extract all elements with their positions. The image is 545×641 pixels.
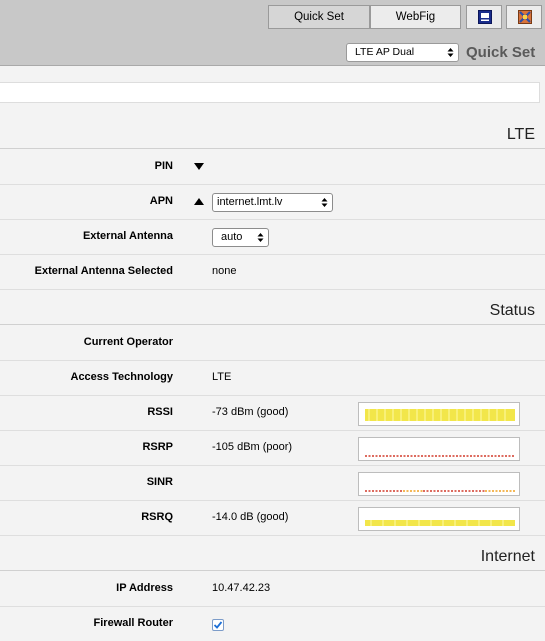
sinr-graph-line	[365, 490, 515, 492]
apn-label: APN	[149, 195, 173, 207]
mode-select[interactable]: LTE AP Dual	[346, 43, 459, 62]
rsrq-value: -14.0 dB (good)	[212, 511, 289, 523]
select-arrows-icon	[447, 48, 454, 57]
section-internet: Internet	[0, 536, 545, 571]
mode-select-value: LTE AP Dual	[355, 46, 415, 58]
sinr-label: SINR	[146, 476, 173, 488]
quick-set-button[interactable]: Quick Set	[268, 5, 370, 29]
apn-select-value: internet.lmt.lv	[217, 196, 283, 208]
top-toolbar: Quick Set WebFig LTE AP Dual Quick Set	[0, 0, 545, 66]
rsrp-value: -105 dBm (poor)	[212, 441, 293, 453]
row-rssi: RSSI -73 dBm (good)	[0, 396, 545, 431]
external-antenna-label: External Antenna	[82, 230, 173, 242]
ip-address-label: IP Address	[116, 582, 173, 594]
row-ip-address: IP Address 10.47.42.23	[0, 572, 545, 607]
pin-label: PIN	[154, 160, 173, 172]
row-sinr: SINR	[0, 466, 545, 501]
ip-address-value: 10.47.42.23	[212, 582, 271, 594]
terminal-icon	[478, 10, 492, 24]
external-antenna-selected-label: External Antenna Selected	[34, 265, 173, 277]
rsrp-graph-line	[365, 455, 515, 457]
section-internet-title: Internet	[480, 548, 535, 565]
external-antenna-selected-value: none	[212, 265, 237, 277]
info-strip	[0, 82, 540, 103]
sinr-graph	[358, 472, 520, 496]
row-pin: PIN	[0, 150, 545, 185]
winbox-button[interactable]	[506, 5, 542, 29]
rsrq-label: RSRQ	[141, 511, 173, 523]
section-status: Status	[0, 290, 545, 325]
terminal-button[interactable]	[466, 5, 502, 29]
select-arrows-icon	[321, 198, 328, 207]
rsrp-label: RSRP	[142, 441, 173, 453]
rsrp-graph	[358, 437, 520, 461]
page-title: Quick Set	[466, 44, 536, 61]
current-operator-label: Current Operator	[83, 336, 173, 348]
external-antenna-select-value: auto	[221, 231, 243, 243]
select-arrows-icon	[257, 233, 264, 242]
access-technology-value: LTE	[212, 371, 232, 383]
row-current-operator: Current Operator	[0, 326, 545, 361]
row-rsrq: RSRQ -14.0 dB (good)	[0, 501, 545, 536]
row-apn: APN internet.lmt.lv	[0, 185, 545, 220]
rsrq-graph-bars	[365, 520, 515, 526]
row-external-antenna-selected: External Antenna Selected none	[0, 255, 545, 290]
row-firewall-router: Firewall Router	[0, 607, 545, 641]
external-antenna-select[interactable]: auto	[212, 228, 269, 247]
firewall-router-checkbox[interactable]	[212, 619, 224, 631]
rsrq-graph	[358, 507, 520, 531]
rssi-value: -73 dBm (good)	[212, 406, 289, 418]
apn-select[interactable]: internet.lmt.lv	[212, 193, 333, 212]
rssi-graph	[358, 402, 520, 426]
rssi-graph-bars	[365, 409, 515, 421]
row-access-technology: Access Technology LTE	[0, 361, 545, 396]
rssi-label: RSSI	[147, 406, 173, 418]
firewall-router-label: Firewall Router	[93, 617, 173, 629]
section-status-title: Status	[489, 302, 535, 319]
collapse-up-icon[interactable]	[194, 198, 204, 206]
section-lte: LTE	[0, 114, 545, 149]
check-icon	[213, 621, 223, 629]
section-lte-title: LTE	[506, 126, 535, 143]
access-technology-label: Access Technology	[70, 371, 174, 383]
winbox-icon	[518, 10, 532, 24]
row-external-antenna: External Antenna auto	[0, 220, 545, 255]
webfig-button[interactable]: WebFig	[370, 5, 461, 29]
row-rsrp: RSRP -105 dBm (poor)	[0, 431, 545, 466]
expand-down-icon[interactable]	[194, 163, 204, 171]
